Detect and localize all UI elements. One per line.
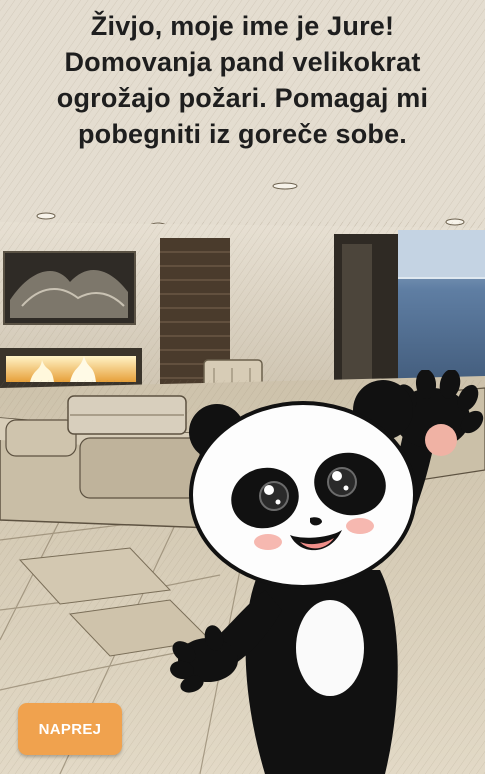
intro-line-2: Domovanja pand velikokrat xyxy=(64,47,421,77)
next-button[interactable]: NAPREJ xyxy=(18,703,122,755)
intro-line-1: Živjo, moje ime je Jure! xyxy=(90,11,395,41)
intro-line-3: ogrožajo požari. Pomagaj mi xyxy=(56,83,429,113)
game-screen: Živjo, moje ime je Jure! Domovanja pand … xyxy=(0,0,485,774)
intro-message: Živjo, moje ime je Jure! Domovanja pand … xyxy=(10,8,475,152)
intro-line-4: pobegniti iz goreče sobe. xyxy=(77,119,408,149)
panda-character-icon xyxy=(170,370,484,774)
